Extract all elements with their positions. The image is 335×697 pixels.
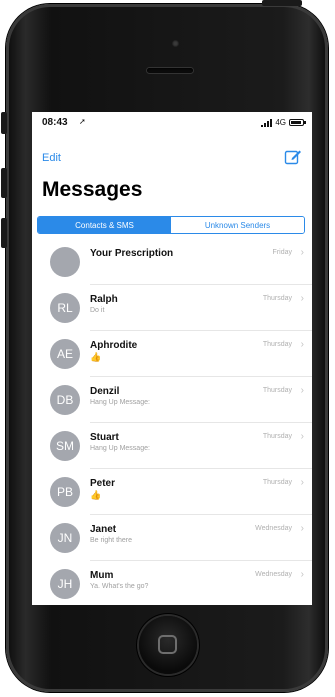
message-preview: Be right there xyxy=(90,537,133,544)
chevron-right-icon: › xyxy=(300,431,304,442)
edit-button[interactable]: Edit xyxy=(42,152,61,164)
conversation-row[interactable]: Your Prescription Friday › xyxy=(32,239,312,285)
status-time: 08:43 xyxy=(42,117,68,128)
conversation-row[interactable]: JH Mum Ya. What's the go? Wednesday › xyxy=(32,561,312,605)
network-type: 4G xyxy=(275,118,286,127)
volume-up-button xyxy=(1,168,7,198)
tab-unknown-senders[interactable]: Unknown Senders xyxy=(171,217,304,233)
chevron-right-icon: › xyxy=(300,569,304,580)
chevron-right-icon: › xyxy=(300,477,304,488)
signal-strength-icon xyxy=(261,118,273,127)
chevron-right-icon: › xyxy=(300,385,304,396)
power-button xyxy=(262,0,302,6)
status-bar: 08:43 ➚ 4G xyxy=(32,112,312,134)
avatar xyxy=(50,247,80,277)
conversation-row[interactable]: AE Aphrodite 👍 Thursday › xyxy=(32,331,312,377)
contact-name: Aphrodite xyxy=(90,340,138,351)
contact-name: Mum xyxy=(90,570,114,581)
message-date: Thursday xyxy=(262,387,292,394)
thumbs-up-icon: 👍 xyxy=(90,352,102,362)
conversation-list: Your Prescription Friday › RL Ralph Do i… xyxy=(32,239,312,605)
message-preview: Hang Up Message: xyxy=(90,399,150,406)
status-indicators: 4G xyxy=(261,118,306,127)
page-title: Messages xyxy=(42,178,143,201)
conversation-row[interactable]: SM Stuart Hang Up Message: Thursday › xyxy=(32,423,312,469)
conversation-row[interactable]: JN Janet Be right there Wednesday › xyxy=(32,515,312,561)
message-date: Thursday xyxy=(262,433,292,440)
avatar: SM xyxy=(50,431,80,461)
avatar: DB xyxy=(50,385,80,415)
conversation-row[interactable]: RL Ralph Do it Thursday › xyxy=(32,285,312,331)
message-preview: Hang Up Message: xyxy=(90,445,150,452)
avatar: JH xyxy=(50,569,80,599)
thumbs-up-icon: 👍 xyxy=(90,490,102,500)
contact-name: Stuart xyxy=(90,432,119,443)
earpiece-speaker xyxy=(147,68,193,73)
message-date: Thursday xyxy=(262,479,292,486)
message-preview: Ya. What's the go? xyxy=(90,583,149,590)
message-date: Wednesday xyxy=(255,525,292,532)
avatar: AE xyxy=(50,339,80,369)
home-button-square-icon xyxy=(158,635,177,654)
contact-name: Janet xyxy=(90,524,117,535)
chevron-right-icon: › xyxy=(300,293,304,304)
mute-switch xyxy=(1,112,7,134)
chevron-right-icon: › xyxy=(300,339,304,350)
avatar: PB xyxy=(50,477,80,507)
compose-icon[interactable] xyxy=(284,148,302,166)
message-date: Wednesday xyxy=(255,571,292,578)
conversation-row[interactable]: PB Peter 👍 Thursday › xyxy=(32,469,312,515)
phone-screen: 08:43 ➚ 4G Edit Messages Contacts & SMS … xyxy=(32,112,312,605)
message-date: Thursday xyxy=(262,295,292,302)
battery-icon xyxy=(289,119,306,126)
contact-name: Denzil xyxy=(90,386,120,397)
avatar: RL xyxy=(50,293,80,323)
contact-name: Your Prescription xyxy=(90,248,174,259)
tab-contacts-sms[interactable]: Contacts & SMS xyxy=(38,217,171,233)
contact-name: Peter xyxy=(90,478,116,489)
message-date: Friday xyxy=(272,249,292,256)
conversation-row[interactable]: DB Denzil Hang Up Message: Thursday › xyxy=(32,377,312,423)
message-preview: Do it xyxy=(90,307,105,314)
filter-segmented-control: Contacts & SMS Unknown Senders xyxy=(37,216,305,234)
avatar: JN xyxy=(50,523,80,553)
chevron-right-icon: › xyxy=(300,247,304,258)
chevron-right-icon: › xyxy=(300,523,304,534)
message-date: Thursday xyxy=(262,341,292,348)
volume-down-button xyxy=(1,218,7,248)
contact-name: Ralph xyxy=(90,294,118,305)
location-arrow-icon: ➚ xyxy=(79,117,86,126)
front-camera xyxy=(172,40,179,47)
